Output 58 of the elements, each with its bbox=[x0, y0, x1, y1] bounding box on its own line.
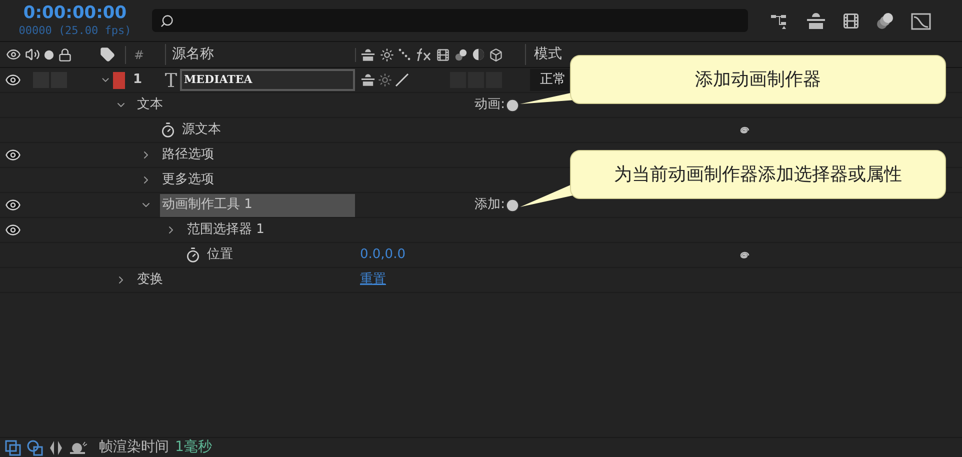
eye-icon[interactable] bbox=[5, 222, 21, 238]
stopwatch-icon[interactable] bbox=[160, 122, 176, 138]
action-label: 添加: bbox=[474, 196, 505, 214]
callout-bubble: 添加动画制作器 bbox=[570, 55, 946, 104]
frame-info: 00000 (25.00 fps) bbox=[18, 24, 132, 38]
film-icon bbox=[436, 48, 450, 62]
callout-bubble: 为当前动画制作器添加选择器或属性 bbox=[570, 150, 946, 199]
shy-icon[interactable] bbox=[360, 73, 376, 87]
shy-icon[interactable] bbox=[805, 12, 827, 30]
property-name[interactable]: 源文本 bbox=[181, 118, 221, 142]
eye-icon[interactable] bbox=[5, 197, 21, 213]
eye-icon bbox=[6, 47, 21, 62]
tag-icon bbox=[100, 47, 115, 62]
timecode[interactable]: 0:00:00:00 bbox=[23, 3, 127, 24]
property-name[interactable]: 位置 bbox=[206, 244, 233, 266]
eye-icon[interactable] bbox=[5, 147, 21, 163]
label-color-swatch[interactable] bbox=[113, 72, 125, 88]
property-name[interactable]: 更多选项 bbox=[160, 168, 214, 192]
circles-icon[interactable] bbox=[27, 440, 43, 456]
quality-icon bbox=[398, 48, 412, 62]
mode-header: 模式 bbox=[525, 44, 562, 65]
motion-blur-icon[interactable] bbox=[875, 10, 895, 30]
lock-icon bbox=[58, 48, 72, 62]
property-name[interactable]: 动画制作工具 1 bbox=[160, 194, 355, 216]
fx-icon bbox=[416, 48, 432, 62]
stopwatch-icon[interactable] bbox=[185, 247, 201, 263]
sun-icon bbox=[380, 48, 394, 62]
adjustment-icon bbox=[472, 48, 485, 61]
layer-number: 1 bbox=[132, 71, 144, 90]
layers-icon[interactable] bbox=[5, 440, 21, 456]
reset-link[interactable]: 重置 bbox=[360, 270, 386, 290]
sun-icon[interactable] bbox=[378, 73, 392, 87]
brackets-icon[interactable] bbox=[49, 440, 63, 456]
property-value[interactable]: 0.0,0.0 bbox=[360, 245, 406, 265]
graph-editor-icon[interactable] bbox=[910, 10, 932, 30]
cube-icon bbox=[489, 48, 503, 62]
motion-blur-icon bbox=[454, 48, 468, 62]
render-time-label: 帧渲染时间 bbox=[99, 438, 169, 457]
search-field[interactable] bbox=[152, 9, 748, 32]
action-label: 动画: bbox=[474, 96, 505, 114]
property-name[interactable]: 变换 bbox=[135, 268, 163, 292]
property-name[interactable]: 文本 bbox=[135, 94, 163, 116]
snail-icon[interactable] bbox=[69, 440, 87, 456]
number-header: # bbox=[125, 46, 165, 64]
layer-name-field[interactable]: MEDIATEA bbox=[180, 69, 355, 91]
source-name-header[interactable]: 源名称 bbox=[165, 44, 355, 65]
slash-icon[interactable] bbox=[394, 72, 410, 88]
property-name[interactable]: 范围选择器 1 bbox=[185, 218, 264, 242]
text-layer-icon bbox=[165, 73, 177, 87]
property-name[interactable]: 路径选项 bbox=[160, 144, 214, 166]
speaker-icon bbox=[25, 47, 40, 62]
shy-icon bbox=[360, 48, 376, 62]
eye-icon[interactable] bbox=[5, 72, 21, 88]
mode-dropdown[interactable]: 正常 bbox=[530, 69, 569, 91]
render-time-value: 1毫秒 bbox=[175, 438, 212, 457]
search-icon[interactable] bbox=[160, 14, 174, 28]
solo-dot-icon bbox=[44, 50, 54, 60]
film-icon[interactable] bbox=[842, 12, 860, 30]
